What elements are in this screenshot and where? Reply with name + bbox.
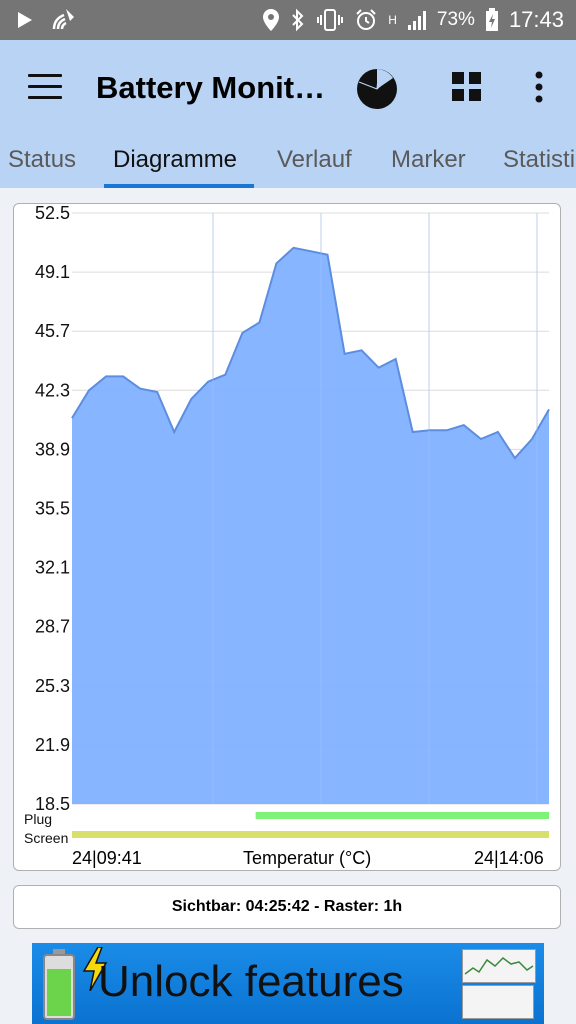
x-axis-end-label: 24|14:06 bbox=[474, 848, 544, 868]
y-tick-label: 45.7 bbox=[35, 321, 70, 341]
chart-thumbnail-icon bbox=[462, 949, 536, 983]
x-axis-title: Temperatur (°C) bbox=[243, 848, 372, 868]
y-tick-label: 25.3 bbox=[35, 676, 70, 696]
track-bar-plug bbox=[255, 812, 549, 819]
track-bar-screen bbox=[72, 831, 549, 838]
track-label: Plug bbox=[24, 811, 52, 827]
y-tick-label: 42.3 bbox=[35, 380, 70, 400]
unlock-features-banner[interactable]: Unlock features bbox=[32, 943, 544, 1024]
track-label: Screen bbox=[24, 830, 68, 846]
y-tick-label: 28.7 bbox=[35, 617, 70, 637]
x-axis-start-label: 24|09:41 bbox=[72, 848, 142, 868]
y-tick-label: 32.1 bbox=[35, 558, 70, 578]
y-tick-label: 21.9 bbox=[35, 735, 70, 755]
visible-range-info: Sichtbar: 04:25:42 - Raster: 1h bbox=[13, 885, 561, 929]
temperature-chart[interactable]: 52.5 49.1 45.7 42.3 38.9 35.5 32.1 28.7 25.3 21.9… bbox=[0, 0, 576, 880]
stats-thumbnail-icon bbox=[462, 985, 534, 1019]
y-tick-label: 52.5 bbox=[35, 203, 70, 223]
battery-image-icon bbox=[43, 949, 75, 1020]
y-tick-label: 49.1 bbox=[35, 262, 70, 282]
banner-text: Unlock features bbox=[98, 957, 404, 1006]
y-tick-label: 35.5 bbox=[35, 499, 70, 519]
y-tick-label: 38.9 bbox=[35, 439, 70, 459]
